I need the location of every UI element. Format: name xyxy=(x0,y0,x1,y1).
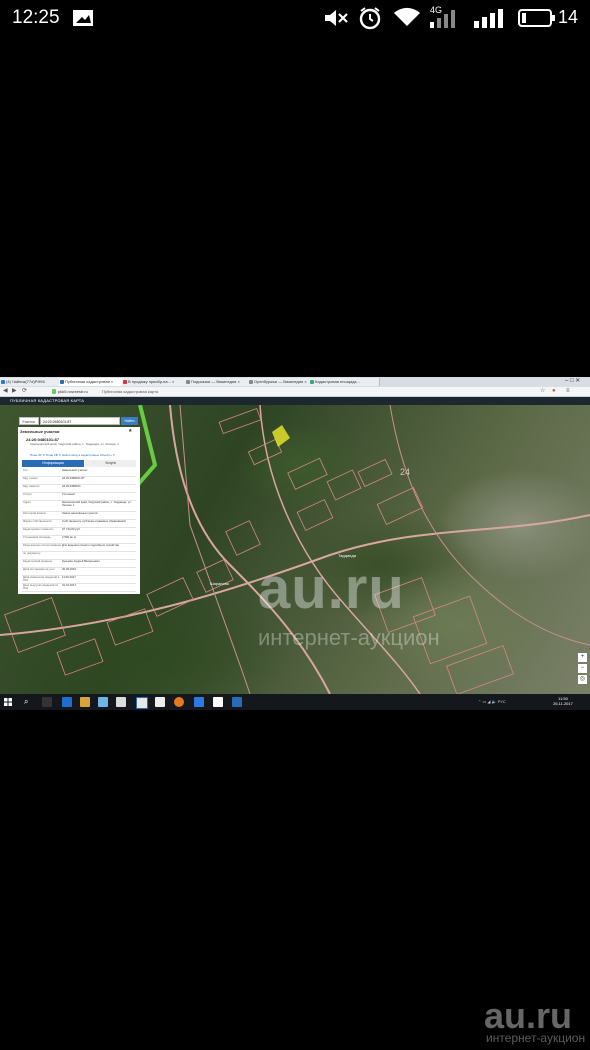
table-row: Кад. квартал 24:20:0480101 xyxy=(22,485,136,493)
zoom-out-button[interactable]: − xyxy=(578,664,587,673)
address-bar: ◀ ▶ ⟳ pkk5.rosreestr.ru Публичная кадаст… xyxy=(0,387,590,397)
taskbar-clock[interactable]: 11:50 26.11.2017 xyxy=(548,696,578,706)
table-row: Адрес Красноярский край, Ужурский район, … xyxy=(22,501,136,512)
menu-icon[interactable]: ≡ xyxy=(566,388,570,395)
boundary-line xyxy=(179,405,251,694)
locate-button[interactable]: ◎ xyxy=(578,675,587,684)
tab-favicon-icon xyxy=(249,380,253,384)
extension-icon[interactable]: ● xyxy=(552,388,556,395)
browser-tab-5[interactable]: Оренбуржья — Википедия × xyxy=(248,378,315,386)
map-header-title: ПУБЛИЧНАЯ КАДАСТРОВАЯ КАРТА xyxy=(10,398,85,403)
status-time: 12:25 xyxy=(12,7,60,28)
store-icon[interactable] xyxy=(98,697,108,707)
tab-information[interactable]: Информация xyxy=(22,460,84,467)
alarm-icon xyxy=(359,7,381,30)
cadastral-search: Участки 24:20:0480101:87 Найти xyxy=(18,416,140,426)
tab-favicon-icon xyxy=(186,380,190,384)
explorer-icon[interactable] xyxy=(80,697,90,707)
selected-parcel xyxy=(272,425,290,447)
url-field[interactable]: pkk5.rosreestr.ru xyxy=(58,388,88,395)
yandex-browser-icon[interactable] xyxy=(213,697,223,707)
app-icon-active[interactable] xyxy=(136,697,148,709)
table-row: Дата постановки на учет 26.09.2016 xyxy=(22,568,136,576)
app-icon[interactable] xyxy=(155,697,165,707)
phone-status-bar: 12:25 4G 14 xyxy=(0,0,590,36)
search-input[interactable]: 24:20:0480101:87 xyxy=(40,417,120,425)
table-row: Статус Учтенный xyxy=(22,493,136,501)
page-title: Публичная кадастровая карта xyxy=(102,389,159,394)
tab-favicon-icon xyxy=(1,380,5,384)
battery-icon xyxy=(518,9,555,27)
app-icon[interactable] xyxy=(194,697,204,707)
card-tabs: Информация Услуги xyxy=(22,460,136,467)
browser-tab-3[interactable]: В продажу приобр.на... × xyxy=(122,378,191,386)
map-label-settlement: Шарапово xyxy=(210,581,230,586)
quarter-number-label: 24 xyxy=(400,467,410,477)
table-row: Кадастровый инженер Кузьмин Андрей Валерь… xyxy=(22,560,136,568)
table-row: Кад. номер 24:20:0480101:87 xyxy=(22,477,136,485)
search-button[interactable]: Найти xyxy=(121,417,138,425)
edge-browser-icon[interactable] xyxy=(62,697,72,707)
card-header: Земельные участки xyxy=(20,429,60,434)
table-row: Тип Земельный участок xyxy=(22,469,136,477)
favorite-star-icon[interactable]: ★ xyxy=(128,428,132,434)
table-row: Кадастровая стоимость 97 744,00 руб. xyxy=(22,528,136,536)
system-tray[interactable]: ⌃ ▭ ◢ 🔈 РУС xyxy=(478,699,506,704)
card-links[interactable]: План ЗУ ✕ План КВ ✕ Найти вход в кадастр… xyxy=(30,453,115,457)
task-view-icon[interactable] xyxy=(42,697,52,707)
browser-tab-1[interactable]: (4) Чайник(77d)Р9Н6 xyxy=(0,378,65,386)
zoom-controls: + − ◎ xyxy=(578,653,587,686)
signal-icon-1 xyxy=(430,10,455,28)
table-row: Дата изменения сведений в ГКН 11.09.2017 xyxy=(22,576,136,584)
parcel-info-card: Земельные участки ★ 24:20:0480101:87 Кра… xyxy=(18,427,140,594)
app-icon[interactable] xyxy=(232,697,242,707)
windows-taskbar: ⌕ ⌃ ▭ ◢ 🔈 РУС 11:50 26.11.2017 xyxy=(0,694,590,710)
table-row: по документу xyxy=(22,552,136,560)
tab-favicon-icon xyxy=(123,380,127,384)
desktop-screenshot[interactable]: (4) Чайник(77d)Р9Н6 Публичная кадастрова… xyxy=(0,377,590,710)
tab-services[interactable]: Услуги xyxy=(85,460,136,467)
image-notification-icon xyxy=(73,10,93,26)
reload-icon[interactable]: ⟳ xyxy=(22,388,27,395)
bottom-watermark-subtitle: интернет-аукцион xyxy=(486,1031,586,1045)
window-controls[interactable]: – □ ✕ xyxy=(565,377,580,384)
signal-icon-2 xyxy=(474,9,503,28)
bookmark-star-icon[interactable]: ☆ xyxy=(540,388,545,395)
parcel-address: Красноярский край, Ужурский район, с. Та… xyxy=(30,442,119,446)
au-watermark: au.ru xyxy=(258,556,405,621)
tab-favicon-icon xyxy=(60,380,64,384)
map-header-bar: ПУБЛИЧНАЯ КАДАСТРОВАЯ КАРТА xyxy=(0,397,590,405)
browser-tab-4[interactable]: Подсказки — Википедия × xyxy=(185,378,254,386)
browser-tab-6[interactable]: Кадастровая площадь... xyxy=(309,378,380,386)
table-row: Категория земель Земли населённых пунктов xyxy=(22,512,136,520)
tab-favicon-icon xyxy=(310,380,314,384)
back-icon[interactable]: ◀ xyxy=(3,388,8,395)
battery-percent: 14 xyxy=(558,7,579,27)
table-row: Уточненная площадь 2 500 кв. м xyxy=(22,536,136,544)
boundary-line xyxy=(389,405,590,646)
mute-icon xyxy=(325,10,348,26)
table-row: Форма собственности Собственность публичн… xyxy=(22,520,136,528)
zoom-in-button[interactable]: + xyxy=(578,653,587,662)
secure-lock-icon xyxy=(52,389,56,394)
attribute-table: Тип Земельный участок Кад. номер 24:20:048… xyxy=(22,469,136,592)
au-watermark-subtitle: интернет-аукцион xyxy=(258,625,440,650)
forward-icon[interactable]: ▶ xyxy=(12,388,17,395)
app-icon[interactable] xyxy=(174,697,184,707)
app-icon[interactable] xyxy=(116,697,126,707)
search-type-select[interactable]: Участки xyxy=(19,417,39,425)
search-icon[interactable]: ⌕ xyxy=(24,697,34,707)
browser-tab-2[interactable]: Публичная кадастровая × xyxy=(59,378,128,386)
table-row: Разрешенное использование Для ведения лич… xyxy=(22,544,136,552)
table-row: Дата выгрузки сведений из ГКН 31.01.2017 xyxy=(22,584,136,592)
wifi-icon xyxy=(394,7,420,27)
windows-start-icon[interactable] xyxy=(4,698,12,706)
